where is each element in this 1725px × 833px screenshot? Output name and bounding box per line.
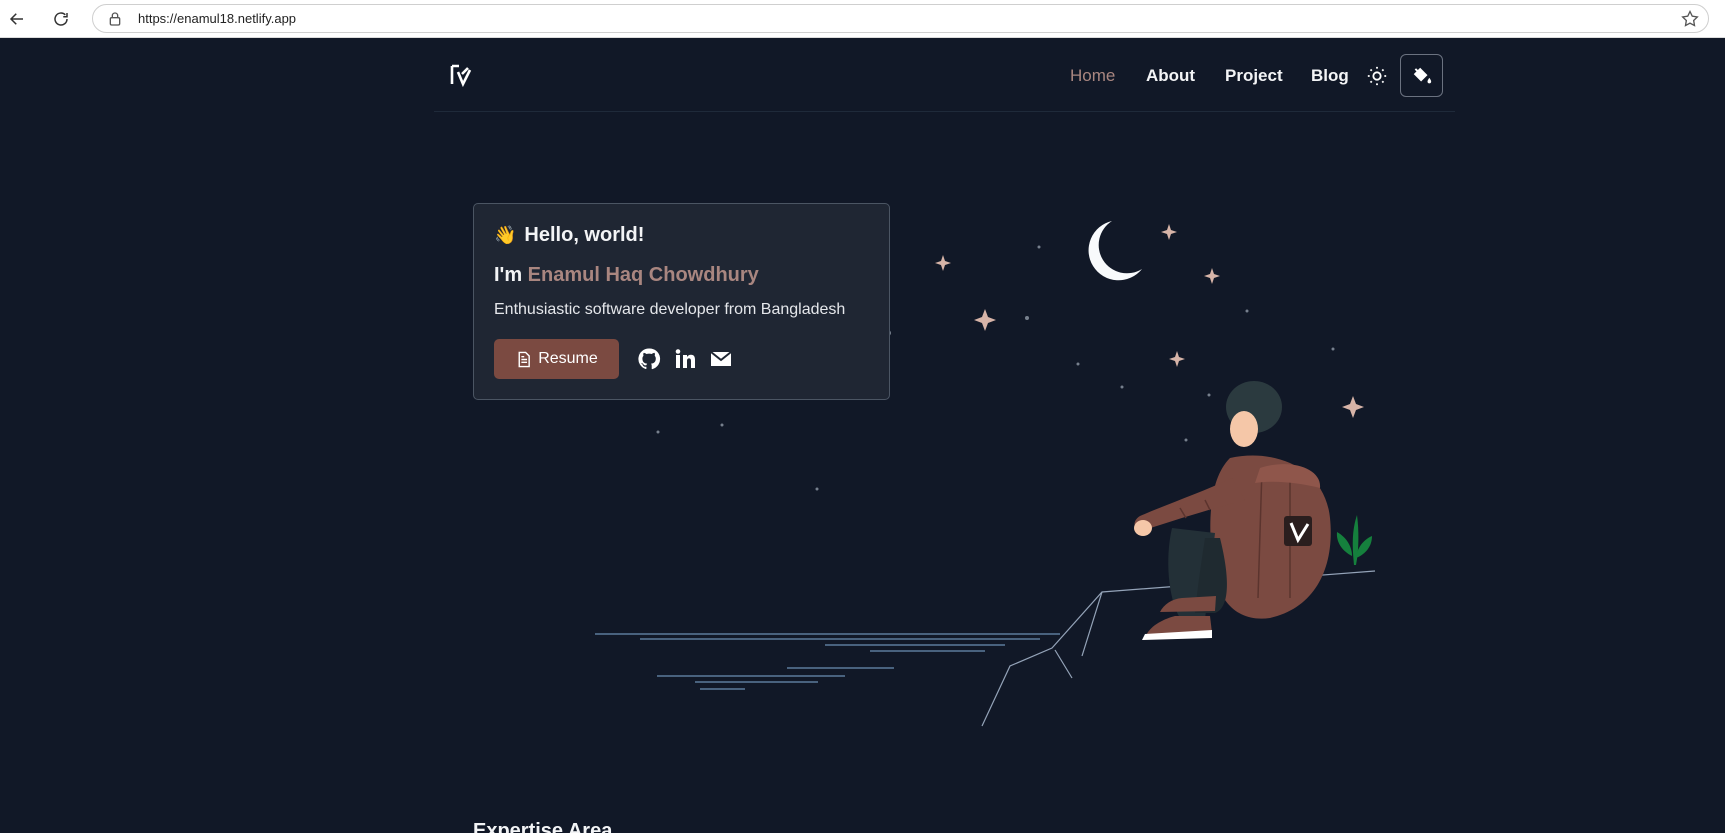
nav-about[interactable]: About <box>1146 66 1195 86</box>
mail-icon[interactable] <box>709 347 733 371</box>
back-button[interactable] <box>4 6 30 32</box>
lock-icon <box>109 12 121 26</box>
nav-blog[interactable]: Blog <box>1311 66 1349 86</box>
greeting: 👋 Hello, world! <box>494 224 644 247</box>
night-scene-illustration <box>595 221 1376 727</box>
star-icon[interactable] <box>1680 9 1700 29</box>
arrow-left-icon <box>9 13 23 25</box>
reload-button[interactable] <box>48 6 74 32</box>
site-page: Home About Project Blog 👋 Hello, world! I… <box>0 38 1725 833</box>
browser-toolbar: https://enamul18.netlify.app <box>0 0 1725 38</box>
nav-project[interactable]: Project <box>1225 66 1283 86</box>
paint-bucket-icon <box>1413 67 1431 83</box>
github-icon[interactable] <box>637 347 661 371</box>
resume-label: Resume <box>538 350 598 367</box>
author-name: Enamul Haq Chowdhury <box>527 264 759 286</box>
intro-prefix: I'm <box>494 264 523 286</box>
reload-icon <box>54 12 68 26</box>
address-bar[interactable]: https://enamul18.netlify.app <box>92 4 1709 33</box>
theme-palette-button[interactable] <box>1400 54 1443 97</box>
url-text[interactable]: https://enamul18.netlify.app <box>138 11 296 26</box>
site-header: Home About Project Blog <box>434 38 1455 112</box>
hero-card: 👋 Hello, world! I'm Enamul Haq Chowdhury … <box>473 203 890 400</box>
logo-icon[interactable] <box>449 63 473 87</box>
expertise-heading: Expertise Area <box>473 820 613 833</box>
greeting-text: Hello, world! <box>524 224 645 246</box>
document-icon <box>518 351 531 367</box>
resume-button[interactable]: Resume <box>494 339 619 379</box>
tagline: Enthusiastic software developer from Ban… <box>494 301 846 318</box>
waving-hand-icon: 👋 <box>494 225 517 245</box>
sun-icon[interactable] <box>1366 65 1388 87</box>
intro-line: I'm Enamul Haq Chowdhury <box>494 264 759 287</box>
linkedin-icon[interactable] <box>673 347 697 371</box>
nav-home[interactable]: Home <box>1070 66 1115 86</box>
